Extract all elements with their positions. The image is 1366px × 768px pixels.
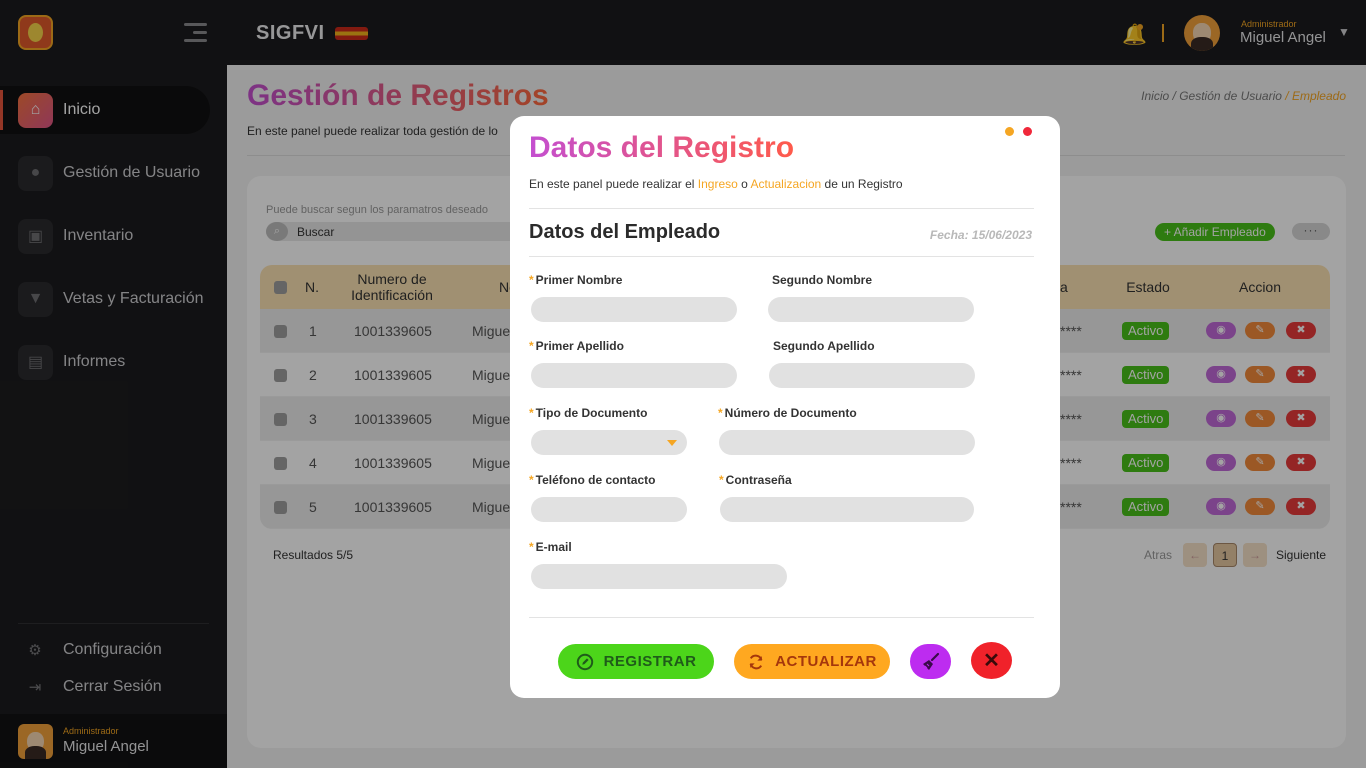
telefono-input[interactable] xyxy=(531,497,687,522)
register-button[interactable]: REGISTRAR xyxy=(558,644,714,679)
field-label-telefono: * Teléfono de contacto xyxy=(529,473,656,487)
refresh-icon xyxy=(749,654,763,669)
field-label-primer-nombre: * Primer Nombre xyxy=(529,273,623,287)
form-date: Fecha: 15/06/2023 xyxy=(929,228,1032,242)
primer-nombre-input[interactable] xyxy=(531,297,737,322)
field-label-segundo-nombre: Segundo Nombre xyxy=(772,273,873,287)
numero-documento-input[interactable] xyxy=(719,430,975,455)
register-modal: Datos del Registro En este panel puede r… xyxy=(510,116,1060,698)
clear-form-button[interactable] xyxy=(910,644,951,679)
primer-apellido-input[interactable] xyxy=(531,363,737,388)
modal-title: Datos del Registro xyxy=(529,131,795,164)
email-input[interactable] xyxy=(531,564,787,589)
update-button[interactable]: ACTUALIZAR xyxy=(734,644,890,679)
field-label-primer-apellido: * Primer Apellido xyxy=(529,339,624,353)
window-dot-red[interactable] xyxy=(1023,127,1032,136)
field-label-segundo-apellido: Segundo Apellido xyxy=(773,339,875,353)
segundo-nombre-input[interactable] xyxy=(768,297,974,322)
modal-description: En este panel puede realizar el Ingreso … xyxy=(529,177,903,191)
divider xyxy=(529,256,1034,257)
window-dot-yellow[interactable] xyxy=(1005,127,1014,136)
contrasena-input[interactable] xyxy=(720,497,974,522)
section-title: Datos del Empleado xyxy=(529,221,721,243)
update-label: ACTUALIZAR xyxy=(775,653,877,670)
field-label-email: * E-mail xyxy=(529,540,572,554)
divider xyxy=(529,208,1034,209)
tipo-documento-select[interactable] xyxy=(531,430,687,455)
divider xyxy=(529,617,1034,618)
field-label-tipo-documento: * Tipo de Documento xyxy=(529,406,648,420)
segundo-apellido-input[interactable] xyxy=(769,363,975,388)
close-icon[interactable]: ✕ xyxy=(971,642,1012,679)
edit-circle-icon xyxy=(576,653,593,670)
field-label-numero-documento: * Número de Documento xyxy=(718,406,857,420)
chevron-down-icon xyxy=(667,440,677,446)
broom-icon xyxy=(922,652,939,670)
field-label-contrasena: * Contraseña xyxy=(719,473,792,487)
register-label: REGISTRAR xyxy=(603,653,697,670)
